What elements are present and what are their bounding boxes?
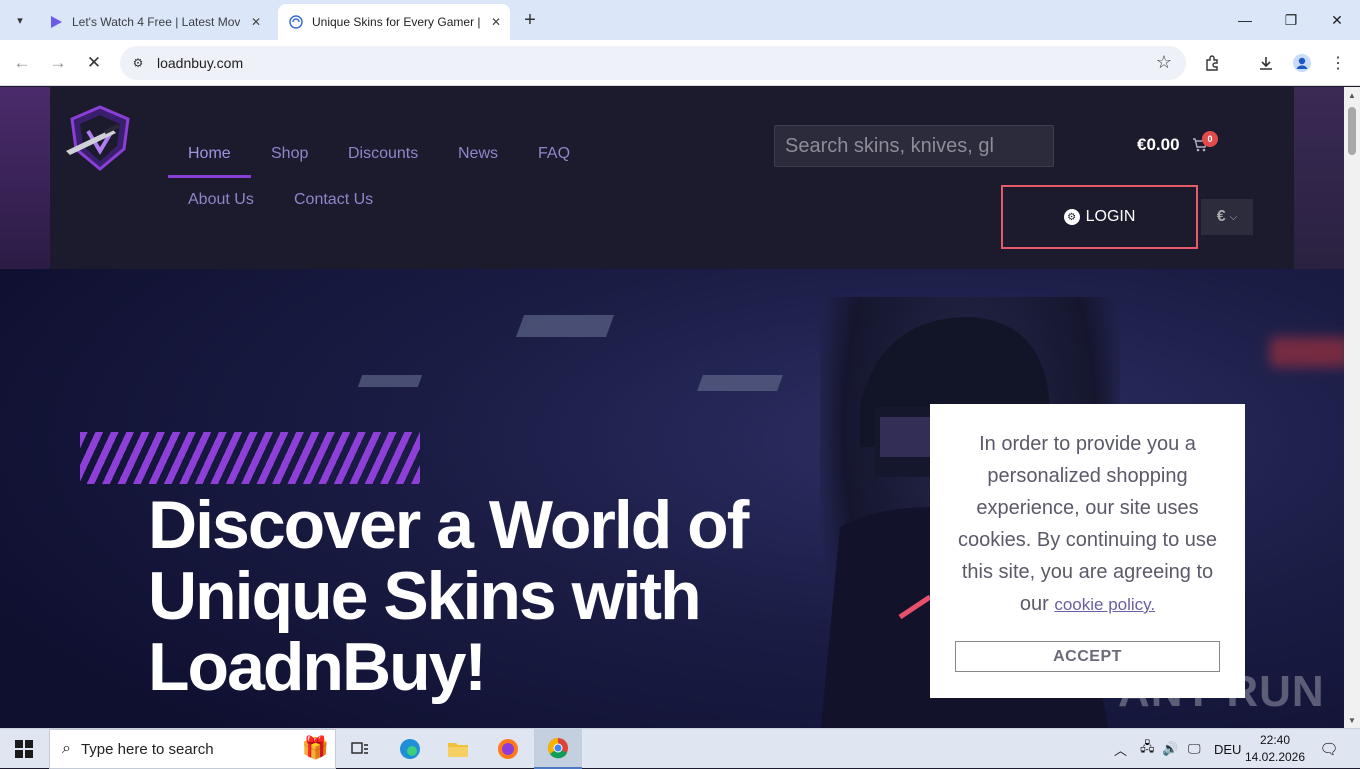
- forward-arrow-icon[interactable]: →: [46, 51, 70, 75]
- globe-icon: [288, 14, 304, 30]
- taskbar-search-placeholder: Type here to search: [80, 740, 214, 758]
- cookie-message: In order to provide you a personalized s…: [957, 433, 1218, 615]
- firefox-icon[interactable]: [484, 729, 532, 769]
- windows-start-button[interactable]: [0, 729, 48, 769]
- search-input[interactable]: [775, 126, 1053, 166]
- new-tab-button[interactable]: +: [518, 8, 542, 32]
- nav-contact-us[interactable]: Contact Us: [294, 191, 373, 209]
- cart-count-badge: 0: [1202, 131, 1218, 147]
- clock-date: 14.02.2026: [1244, 750, 1306, 764]
- minimize-button[interactable]: —: [1222, 0, 1268, 40]
- back-arrow-icon[interactable]: ←: [10, 51, 34, 75]
- tab-unique-skins[interactable]: Unique Skins for Every Gamer | ✕: [278, 4, 510, 40]
- nav-about-us[interactable]: About Us: [188, 191, 254, 209]
- nav-discounts[interactable]: Discounts: [348, 145, 418, 163]
- close-icon[interactable]: ✕: [248, 14, 264, 30]
- currency-value: €: [1216, 208, 1226, 225]
- nav-home[interactable]: Home: [188, 145, 231, 163]
- edge-browser-icon[interactable]: [386, 729, 434, 769]
- login-button[interactable]: ⚙ LOGIN: [1001, 185, 1198, 249]
- page-scrollbar[interactable]: ▲ ▼: [1344, 87, 1360, 728]
- volume-icon[interactable]: 🔊: [1162, 729, 1178, 769]
- browser-tabstrip: ▾ Let's Watch 4 Free | Latest Mov ✕ Uniq…: [0, 0, 1360, 40]
- windows-taskbar: ⌕ Type here to search 🎁 ︿ 🖧 🔊 🖵 DEU 22:4…: [0, 728, 1360, 769]
- restore-button[interactable]: ❐: [1268, 0, 1314, 40]
- steam-icon: ⚙: [1063, 209, 1080, 225]
- cookie-policy-link[interactable]: cookie policy.: [1054, 595, 1155, 614]
- close-icon[interactable]: ✕: [488, 14, 504, 30]
- address-url: loadnbuy.com: [157, 55, 244, 71]
- tab-search-menu-button[interactable]: ▾: [8, 8, 32, 32]
- language-indicator[interactable]: DEU: [1214, 729, 1241, 769]
- currency-selector[interactable]: € ⌵: [1201, 199, 1253, 235]
- clock-time: 22:40: [1259, 733, 1291, 747]
- site-logo[interactable]: [64, 103, 136, 173]
- scrollbar-thumb[interactable]: [1348, 107, 1356, 155]
- nav-news[interactable]: News: [458, 145, 498, 163]
- web-page: Home Shop Discounts News FAQ About Us Co…: [0, 87, 1344, 728]
- hero-title: Discover a World of Unique Skins with Lo…: [148, 487, 749, 705]
- hero-background-light: [697, 375, 783, 391]
- nav-shop[interactable]: Shop: [271, 145, 308, 163]
- stop-loading-icon[interactable]: ✕: [82, 51, 106, 75]
- network-tray-icon[interactable]: 🖧: [1140, 729, 1155, 769]
- taskbar-clock[interactable]: 22:40 14.02.2026: [1240, 732, 1310, 766]
- address-bar[interactable]: ⚙ loadnbuy.com ☆: [120, 46, 1186, 80]
- header-right-decoration: [1294, 87, 1344, 269]
- taskbar-search-box[interactable]: ⌕ Type here to search 🎁: [49, 729, 336, 769]
- play-icon: [48, 14, 64, 30]
- download-icon[interactable]: [1254, 51, 1278, 75]
- tab-title: Unique Skins for Every Gamer |: [312, 15, 480, 29]
- search-icon: ⌕: [62, 740, 71, 757]
- cookie-consent-popup: In order to provide you a personalized s…: [930, 404, 1245, 698]
- site-settings-icon[interactable]: ⚙: [130, 55, 146, 71]
- extensions-icon[interactable]: [1200, 51, 1224, 75]
- hero-red-light: [1270, 337, 1344, 367]
- hero-stripes-decoration: [80, 432, 420, 484]
- gift-icon: 🎁: [301, 735, 329, 760]
- site-search-box: [774, 125, 1054, 167]
- task-view-icon[interactable]: [336, 729, 384, 769]
- anyrun-watermark: ANY RUN: [1118, 667, 1325, 716]
- nav-faq[interactable]: FAQ: [538, 145, 570, 163]
- display-icon[interactable]: 🖵: [1188, 729, 1201, 769]
- browser-toolbar: ← → ✕ ⚙ loadnbuy.com ☆ ⋮: [0, 40, 1360, 86]
- cart-total[interactable]: €0.00: [1137, 135, 1180, 155]
- login-label: LOGIN: [1085, 208, 1136, 225]
- notification-icon[interactable]: 🗨: [1316, 729, 1342, 769]
- cookie-message-block: In order to provide you a personalized s…: [950, 428, 1225, 621]
- scroll-down-arrow-icon[interactable]: ▼: [1344, 712, 1360, 728]
- header-left-decoration: [0, 87, 50, 269]
- hero-background-light: [357, 375, 423, 387]
- chevron-down-icon: ⌵: [1229, 211, 1238, 223]
- close-window-button[interactable]: ✕: [1314, 0, 1360, 40]
- scroll-up-arrow-icon[interactable]: ▲: [1344, 87, 1360, 103]
- tab-lets-watch[interactable]: Let's Watch 4 Free | Latest Mov ✕: [40, 4, 276, 40]
- tab-title: Let's Watch 4 Free | Latest Mov: [72, 15, 240, 29]
- hero-background-light: [515, 315, 615, 337]
- file-explorer-icon[interactable]: [434, 729, 482, 769]
- browser-menu-icon[interactable]: ⋮: [1326, 51, 1350, 75]
- profile-avatar-icon[interactable]: [1290, 51, 1314, 75]
- show-hidden-icons-chevron-icon[interactable]: ︿: [1114, 729, 1127, 769]
- nav-active-indicator: [168, 175, 251, 178]
- bookmark-star-icon[interactable]: ☆: [1156, 52, 1172, 73]
- chrome-icon[interactable]: [534, 729, 582, 769]
